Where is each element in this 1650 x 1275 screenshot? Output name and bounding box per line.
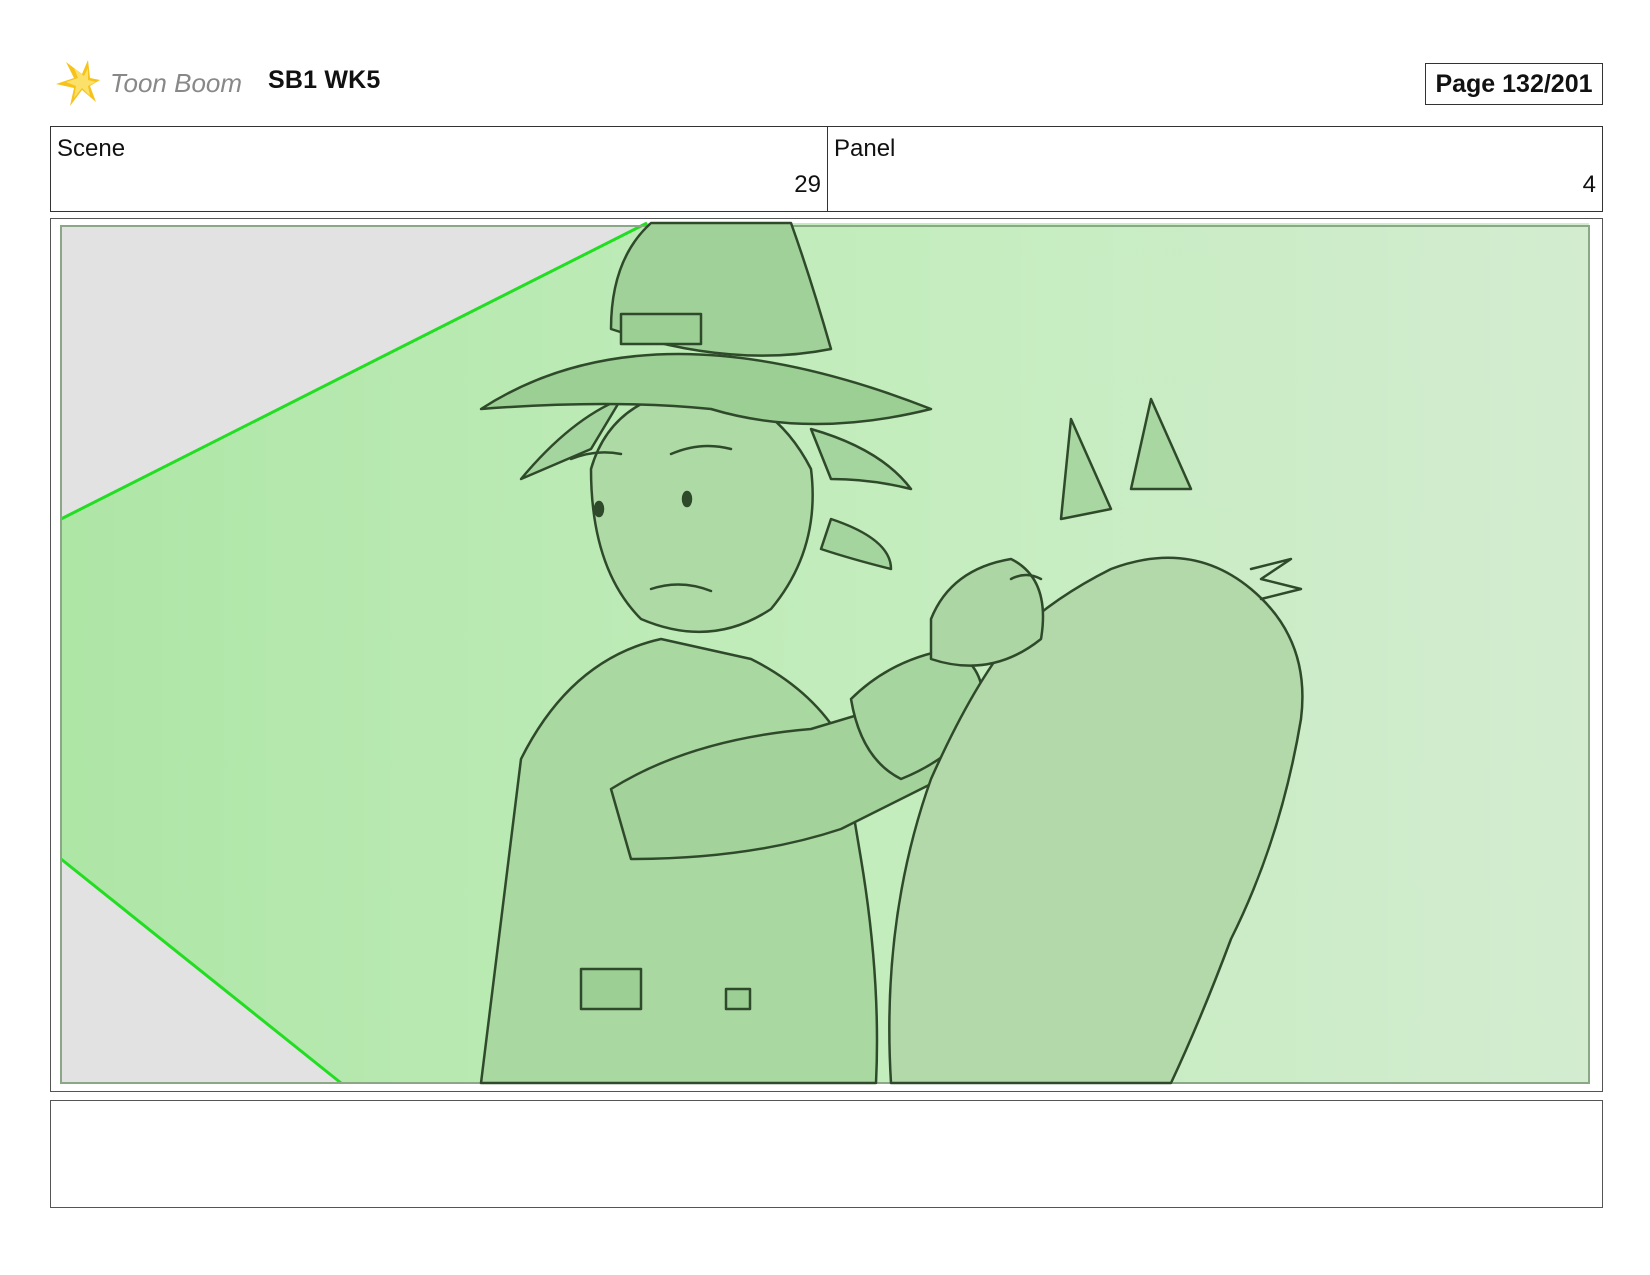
scene-label: Scene: [57, 135, 126, 162]
scene-cell: Scene 29: [51, 127, 828, 211]
toon-boom-logo: Toon Boom: [52, 56, 252, 110]
panel-number: 4: [1582, 171, 1596, 198]
caption-box: [50, 1100, 1603, 1208]
page-number: Page 132/201: [1425, 63, 1603, 105]
storyboard-panel: [50, 218, 1603, 1092]
starburst-icon: [56, 60, 100, 106]
scene-number: 29: [794, 171, 821, 198]
panel-artwork: [51, 219, 1601, 1090]
panel-label: Panel: [834, 135, 896, 162]
brand-wordmark: Toon Boom: [110, 68, 242, 98]
scene-panel-table: Scene 29 Panel 4: [50, 126, 1603, 212]
panel-cell: Panel 4: [828, 127, 1602, 211]
project-title: SB1 WK5: [268, 66, 381, 94]
